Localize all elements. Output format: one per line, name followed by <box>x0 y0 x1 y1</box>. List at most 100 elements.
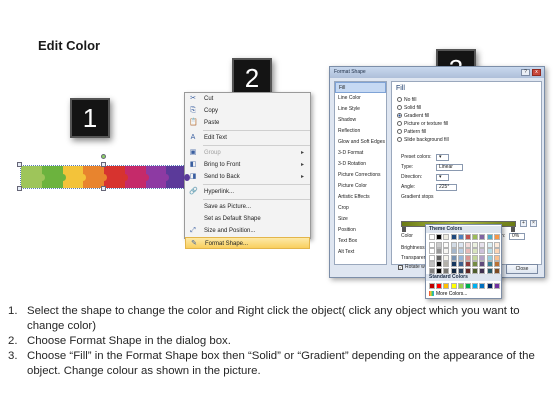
color-swatch[interactable] <box>450 261 457 268</box>
nav-item-shadow[interactable]: Shadow <box>335 115 386 126</box>
menu-item-copy[interactable]: ⎘ Copy <box>185 105 310 117</box>
color-swatch[interactable] <box>429 267 435 274</box>
color-swatch[interactable] <box>436 254 443 261</box>
color-swatch[interactable] <box>486 283 493 289</box>
nav-item-position[interactable]: Position <box>335 225 386 236</box>
color-swatch[interactable] <box>457 248 464 255</box>
color-swatch[interactable] <box>436 283 443 289</box>
resize-handle[interactable] <box>101 186 106 191</box>
puzzle-piece[interactable] <box>62 166 86 188</box>
color-swatch[interactable] <box>479 241 486 248</box>
color-swatch[interactable] <box>457 241 464 248</box>
color-swatch[interactable] <box>465 254 471 261</box>
color-swatch[interactable] <box>493 248 500 255</box>
gradient-stop[interactable] <box>511 227 515 232</box>
fill-option-slide-background-fill[interactable]: Slide background fill <box>397 137 449 144</box>
direction-dropdown[interactable]: ▾ <box>436 174 449 181</box>
menu-item-format-shape[interactable]: ✎ Format Shape... <box>185 237 310 249</box>
close-button[interactable]: Close <box>506 264 538 274</box>
menu-item-edit-text[interactable]: A Edit Text <box>185 132 310 144</box>
nav-item-3-d-rotation[interactable]: 3-D Rotation <box>335 159 386 170</box>
resize-handle[interactable] <box>101 162 106 167</box>
position-input[interactable]: 0% <box>509 233 525 240</box>
menu-item-hyperlink[interactable]: 🔗 Hyperlink... <box>185 186 310 198</box>
fill-option-picture-or-texture-fill[interactable]: Picture or texture fill <box>397 121 448 128</box>
nav-item-line-style[interactable]: Line Style <box>335 104 386 115</box>
color-swatch[interactable] <box>479 248 486 255</box>
color-swatch[interactable] <box>443 248 450 255</box>
color-swatch[interactable] <box>465 241 471 248</box>
type-dropdown[interactable]: Linear <box>436 164 463 171</box>
color-swatch[interactable] <box>429 241 435 248</box>
color-swatch[interactable] <box>486 248 493 255</box>
color-swatch[interactable] <box>450 234 457 240</box>
color-swatch[interactable] <box>479 261 486 268</box>
color-swatch[interactable] <box>465 234 471 240</box>
color-swatch[interactable] <box>493 283 500 289</box>
color-swatch[interactable] <box>465 248 471 255</box>
color-swatch[interactable] <box>493 261 500 268</box>
puzzle-piece[interactable] <box>83 166 107 188</box>
nav-item-reflection[interactable]: Reflection <box>335 126 386 137</box>
color-swatch[interactable] <box>479 234 486 240</box>
menu-item-paste[interactable]: 📋 Paste <box>185 117 310 129</box>
color-swatch[interactable] <box>493 241 500 248</box>
puzzle-piece[interactable] <box>21 166 45 188</box>
color-swatch[interactable] <box>450 283 457 289</box>
color-swatch[interactable] <box>429 283 435 289</box>
nav-item-text-box[interactable]: Text Box <box>335 236 386 247</box>
menu-item-send-to-back[interactable]: ◨ Send to Back ▸ <box>185 171 310 183</box>
color-swatch[interactable] <box>472 267 479 274</box>
puzzle-piece[interactable] <box>104 166 128 188</box>
nav-item-line-color[interactable]: Line Color <box>335 93 386 104</box>
color-swatch[interactable] <box>479 267 486 274</box>
nav-item-crop[interactable]: Crop <box>335 203 386 214</box>
color-swatch[interactable] <box>472 248 479 255</box>
puzzle-piece[interactable] <box>124 166 149 188</box>
color-swatch[interactable] <box>472 283 479 289</box>
color-swatch[interactable] <box>436 261 443 268</box>
color-swatch[interactable] <box>443 283 450 289</box>
color-swatch[interactable] <box>486 261 493 268</box>
nav-item-3-d-format[interactable]: 3-D Format <box>335 148 386 159</box>
nav-item-alt-text[interactable]: Alt Text <box>335 247 386 258</box>
color-swatch[interactable] <box>465 267 471 274</box>
menu-item-size-and-position[interactable]: ⤢ Size and Position... <box>185 225 310 237</box>
resize-handle[interactable] <box>17 162 22 167</box>
color-swatch[interactable] <box>457 234 464 240</box>
color-swatch[interactable] <box>479 283 486 289</box>
color-swatch[interactable] <box>465 261 471 268</box>
menu-item-save-as-picture[interactable]: Save as Picture... <box>185 201 310 213</box>
color-swatch[interactable] <box>443 261 450 268</box>
rotation-handle[interactable] <box>101 154 106 159</box>
nav-item-fill[interactable]: Fill <box>335 82 386 93</box>
color-swatch[interactable] <box>493 267 500 274</box>
color-swatch[interactable] <box>472 241 479 248</box>
color-swatch[interactable] <box>429 234 435 240</box>
nav-item-size[interactable]: Size <box>335 214 386 225</box>
nav-item-picture-corrections[interactable]: Picture Corrections <box>335 170 386 181</box>
menu-item-group[interactable]: ▣ Group ▸ <box>185 147 310 159</box>
fill-option-no-fill[interactable]: No fill <box>397 97 417 104</box>
color-swatch[interactable] <box>450 241 457 248</box>
resize-handle[interactable] <box>17 186 22 191</box>
puzzle-piece[interactable] <box>41 166 66 188</box>
color-swatch[interactable] <box>457 283 464 289</box>
color-swatch[interactable] <box>493 234 500 240</box>
color-swatch[interactable] <box>457 267 464 274</box>
color-swatch[interactable] <box>443 267 450 274</box>
fill-option-solid-fill[interactable]: Solid fill <box>397 105 421 112</box>
color-swatch[interactable] <box>486 234 493 240</box>
color-swatch[interactable] <box>443 234 450 240</box>
color-swatch[interactable] <box>486 254 493 261</box>
nav-item-artistic-effects[interactable]: Artistic Effects <box>335 192 386 203</box>
color-swatch[interactable] <box>429 248 435 255</box>
color-swatch[interactable] <box>443 254 450 261</box>
menu-item-cut[interactable]: ✂ Cut <box>185 93 310 105</box>
color-swatch[interactable] <box>486 267 493 274</box>
more-colors-item[interactable]: More Colors... <box>429 291 467 297</box>
angle-input[interactable]: 225° <box>436 184 457 191</box>
color-swatch[interactable] <box>457 261 464 268</box>
color-swatch[interactable] <box>436 248 443 255</box>
nav-item-glow-and-soft-edges[interactable]: Glow and Soft Edges <box>335 137 386 148</box>
